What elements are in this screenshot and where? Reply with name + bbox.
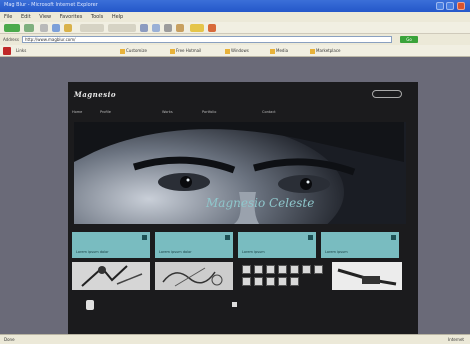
- menu-edit[interactable]: Edit: [21, 14, 31, 20]
- security-zone: Internet: [448, 337, 464, 342]
- site-tagline: [215, 90, 265, 98]
- search-button[interactable]: [80, 24, 104, 32]
- thumbnail-image[interactable]: [72, 262, 150, 290]
- grid-cell[interactable]: [254, 277, 263, 286]
- grid-cell[interactable]: [302, 265, 311, 274]
- feature-panel[interactable]: Lorem ipsum: [321, 232, 399, 258]
- links-bar: Links Customize Free Hotmail Windows Med…: [0, 45, 470, 57]
- browser-toolbar: [0, 22, 470, 34]
- links-label: Links: [16, 48, 27, 53]
- panel-icon: [142, 235, 147, 240]
- link-customize[interactable]: Customize: [120, 48, 147, 54]
- status-text: Done: [4, 337, 15, 342]
- grid-cell[interactable]: [290, 277, 299, 286]
- page-icon: [120, 48, 125, 54]
- panel-icon: [225, 235, 230, 240]
- panel-label: Lorem ipsum: [242, 250, 265, 254]
- panel-icon: [391, 235, 396, 240]
- close-button[interactable]: [457, 2, 465, 10]
- minimize-button[interactable]: [436, 2, 444, 10]
- thumbnail-grid[interactable]: [238, 262, 328, 290]
- window-title: Mag Blur - Microsoft Internet Explorer: [4, 2, 98, 8]
- site-logo[interactable]: Magnesio: [74, 90, 134, 100]
- sketch-drawing-image: [155, 262, 233, 290]
- nav-profile[interactable]: Profile: [100, 110, 111, 114]
- stop-icon[interactable]: [40, 24, 48, 32]
- nav-works[interactable]: Works: [162, 110, 173, 114]
- mail-icon[interactable]: [152, 24, 160, 32]
- nav-portfolio[interactable]: Portfolio: [202, 110, 216, 114]
- grid-cell[interactable]: [278, 265, 287, 274]
- page-icon: [270, 48, 275, 54]
- sketch-object-image: [332, 262, 402, 290]
- bottle-icon: [86, 300, 94, 310]
- url-input[interactable]: http://www.magblur.com/: [22, 36, 392, 43]
- back-button[interactable]: [4, 24, 20, 32]
- history-icon[interactable]: [140, 24, 148, 32]
- site-badge[interactable]: [372, 90, 402, 98]
- menu-file[interactable]: File: [4, 14, 12, 20]
- panel-icon: [308, 235, 313, 240]
- folder-icon[interactable]: [190, 24, 204, 32]
- print-icon[interactable]: [164, 24, 172, 32]
- grid-cell[interactable]: [278, 277, 287, 286]
- link-windows[interactable]: Windows: [225, 48, 249, 54]
- grid-cell[interactable]: [266, 277, 275, 286]
- news-subtitle: [180, 322, 340, 330]
- menu-tools[interactable]: Tools: [91, 14, 103, 20]
- panel-label: Lorem ipsum dolor: [159, 250, 192, 254]
- window-titlebar: Mag Blur - Microsoft Internet Explorer: [0, 0, 470, 12]
- panel-label: Lorem ipsum dolor: [76, 250, 109, 254]
- feature-panel[interactable]: Lorem ipsum: [238, 232, 316, 258]
- sketch-figure-image: [72, 262, 150, 290]
- news-headline[interactable]: [232, 300, 402, 314]
- site-navigation: Home Profile Works Portfolio Contact: [72, 110, 412, 118]
- link-marketplace[interactable]: Marketplace: [310, 48, 341, 54]
- refresh-icon[interactable]: [52, 24, 60, 32]
- bullet-icon: [232, 302, 237, 307]
- nav-home[interactable]: Home: [72, 110, 82, 114]
- page-icon: [310, 48, 315, 54]
- menu-help[interactable]: Help: [112, 14, 123, 20]
- link-media[interactable]: Media: [270, 48, 288, 54]
- grid-cell[interactable]: [266, 265, 275, 274]
- maximize-button[interactable]: [446, 2, 454, 10]
- messenger-icon[interactable]: [208, 24, 216, 32]
- thumbnail-image[interactable]: [332, 262, 402, 290]
- thumbnail-image[interactable]: [155, 262, 233, 290]
- feature-panel[interactable]: Lorem ipsum dolor: [72, 232, 150, 258]
- grid-cell[interactable]: [290, 265, 299, 274]
- footer-icon-block[interactable]: [80, 298, 104, 324]
- address-bar: Address http://www.magblur.com/ Go: [0, 34, 470, 45]
- forward-button[interactable]: [24, 24, 34, 32]
- edit-icon[interactable]: [176, 24, 184, 32]
- favorites-button[interactable]: [108, 24, 136, 32]
- toolbar-logo-icon: [3, 47, 11, 55]
- nav-contact[interactable]: Contact: [262, 110, 276, 114]
- hero-title: Magnesio Celeste: [206, 196, 315, 210]
- panel-label: Lorem ipsum: [325, 250, 348, 254]
- link-hotmail[interactable]: Free Hotmail: [170, 48, 201, 54]
- menu-bar: File Edit View Favorites Tools Help: [0, 12, 470, 22]
- go-button[interactable]: Go: [400, 36, 418, 43]
- menu-favorites[interactable]: Favorites: [60, 14, 83, 20]
- grid-cell[interactable]: [242, 277, 251, 286]
- feature-panel[interactable]: Lorem ipsum dolor: [155, 232, 233, 258]
- page-icon: [225, 48, 230, 54]
- page-icon: [170, 48, 175, 54]
- address-label: Address: [3, 37, 19, 42]
- home-icon[interactable]: [64, 24, 72, 32]
- grid-cell[interactable]: [242, 265, 251, 274]
- menu-view[interactable]: View: [39, 14, 51, 20]
- grid-cell[interactable]: [314, 265, 323, 274]
- status-bar: Done Internet: [0, 334, 470, 344]
- grid-cell[interactable]: [254, 265, 263, 274]
